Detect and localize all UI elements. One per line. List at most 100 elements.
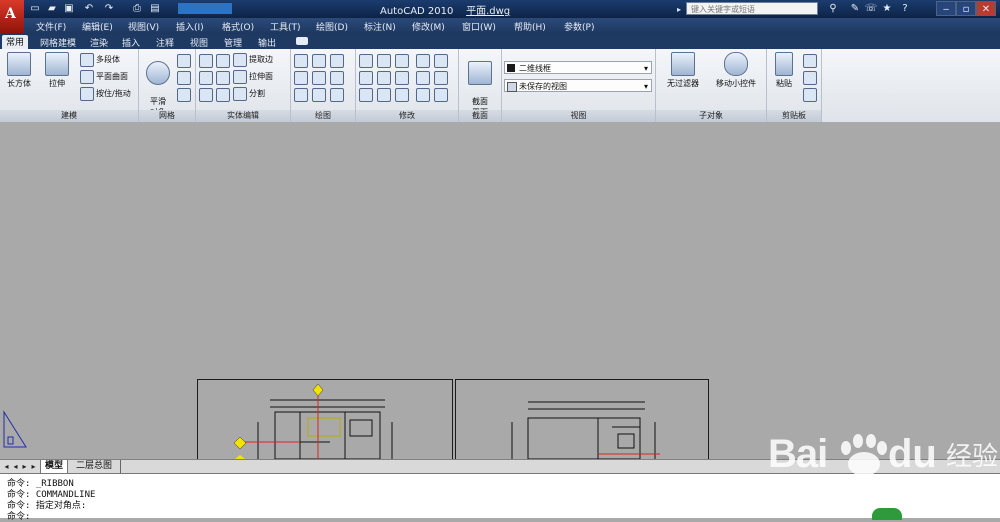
match-props-icon[interactable] (416, 88, 430, 102)
extrude-face-button[interactable]: 拉伸面 (233, 69, 273, 85)
menu-window[interactable]: 窗口(W) (462, 20, 496, 33)
separate-button[interactable]: 分割 (233, 86, 265, 102)
tab-home[interactable]: 常用 (2, 35, 29, 49)
menu-dimension[interactable]: 标注(N) (364, 20, 396, 33)
3d-scale-icon[interactable] (377, 88, 391, 102)
menu-view[interactable]: 视图(V) (128, 20, 159, 33)
stretch-icon[interactable] (395, 88, 409, 102)
mirror-icon[interactable] (359, 71, 373, 85)
tools-icon[interactable]: ✎ (848, 2, 862, 15)
move-icon[interactable] (395, 54, 409, 68)
arc-icon[interactable] (330, 54, 344, 68)
offset-icon[interactable] (434, 88, 448, 102)
menu-tools[interactable]: 工具(T) (270, 20, 301, 33)
filter-button[interactable]: 无过滤器 (660, 52, 706, 89)
slice-icon[interactable] (199, 88, 213, 102)
undo-icon[interactable]: ↶ (82, 2, 96, 15)
tab-manage[interactable]: 管理 (224, 36, 242, 49)
3d-rotate-icon[interactable] (377, 71, 391, 85)
menu-insert[interactable]: 插入(I) (176, 20, 204, 33)
new-file-icon[interactable]: ▭ (28, 2, 42, 15)
save-icon[interactable]: ▣ (62, 2, 76, 15)
tab-view[interactable]: 视图 (190, 36, 208, 49)
workspace-icon[interactable]: ▤ (148, 2, 162, 15)
align-icon[interactable] (416, 54, 430, 68)
extract-edges-button[interactable]: 提取边 (233, 52, 273, 68)
menu-draw[interactable]: 绘图(D) (316, 20, 348, 33)
cut-icon[interactable] (803, 54, 817, 68)
panel-title-draw[interactable]: 绘图 (291, 110, 355, 122)
extrude-button[interactable]: 拉伸 (40, 52, 74, 89)
tab-output[interactable]: 输出 (258, 36, 276, 49)
search-input[interactable]: 键入关键字或短语 (677, 2, 818, 16)
circle-icon[interactable] (330, 71, 344, 85)
menu-format[interactable]: 格式(O) (222, 20, 254, 33)
thicken-icon[interactable] (216, 88, 230, 102)
menu-file[interactable]: 文件(F) (36, 20, 66, 33)
close-button[interactable]: ✕ (976, 1, 996, 16)
fillet-icon[interactable] (416, 71, 430, 85)
mesh-icon-2[interactable] (177, 71, 191, 85)
redo-icon[interactable]: ↷ (102, 2, 116, 15)
layout-tab-model[interactable]: 模型 (40, 460, 69, 474)
polygon-icon[interactable] (294, 88, 308, 102)
union-icon[interactable] (199, 54, 213, 68)
tab-render[interactable]: 渲染 (90, 36, 108, 49)
next-layout-icon[interactable]: ▸ (20, 461, 29, 472)
panel-title-subobject[interactable]: 子对象 (656, 110, 766, 122)
layout-tab-second-floor[interactable]: 二层总图 (72, 460, 116, 473)
panel-title-solid-edit[interactable]: 实体编辑 (196, 110, 290, 122)
command-prompt[interactable]: 命令: (7, 509, 30, 522)
presspull-button[interactable]: 按住/拖动 (80, 86, 131, 102)
interfere-icon[interactable] (216, 71, 230, 85)
print-icon[interactable]: ⎙ (130, 2, 144, 15)
panel-title-view[interactable]: 视图 (502, 110, 655, 122)
polysolid-button[interactable]: 多段体 (80, 52, 120, 68)
rotate-icon[interactable] (395, 71, 409, 85)
favorites-icon[interactable]: ★ (880, 2, 894, 15)
break-icon[interactable] (434, 54, 448, 68)
panel-title-modify[interactable]: 修改 (356, 110, 458, 122)
trim-icon[interactable] (359, 54, 373, 68)
copy-icon[interactable] (803, 71, 817, 85)
comm-center-icon[interactable]: ☏ (864, 2, 878, 15)
array-icon[interactable] (359, 88, 373, 102)
paste-button[interactable]: 粘贴 (769, 52, 799, 89)
box-button[interactable]: 长方体 (2, 52, 36, 89)
chamfer-icon[interactable] (434, 71, 448, 85)
panel-title-mesh[interactable]: 网格 (139, 110, 195, 122)
mesh-icon-1[interactable] (177, 54, 191, 68)
ribbon-minimize-icon[interactable] (296, 37, 308, 45)
menu-modify[interactable]: 修改(M) (412, 20, 445, 33)
prev-layout-icon[interactable]: ◂ (11, 461, 20, 472)
visual-style-dropdown[interactable]: 二维线框 (504, 61, 652, 75)
match-icon[interactable] (803, 88, 817, 102)
minimize-button[interactable]: ‒ (936, 1, 956, 16)
section-plane-button[interactable]: 截面 平面 (463, 52, 497, 118)
menu-parameters[interactable]: 参数(P) (564, 20, 594, 33)
first-layout-icon[interactable]: ◂ (2, 461, 11, 472)
smooth-button[interactable]: 平滑 对象 (141, 52, 175, 118)
polyline-icon[interactable] (312, 54, 326, 68)
panel-title-clipboard[interactable]: 剪贴板 (767, 110, 821, 122)
intersect-icon[interactable] (199, 71, 213, 85)
last-layout-icon[interactable]: ▸ (29, 461, 38, 472)
subtract-icon[interactable] (216, 54, 230, 68)
tab-annotate[interactable]: 注释 (156, 36, 174, 49)
rectangle-icon[interactable] (312, 88, 326, 102)
panel-title-modeling[interactable]: 建模 (0, 110, 138, 122)
mesh-icon-3[interactable] (177, 88, 191, 102)
help-icon[interactable]: ? (898, 2, 912, 15)
panel-title-section[interactable]: 截面 (459, 110, 501, 122)
menu-help[interactable]: 帮助(H) (514, 20, 546, 33)
tab-insert[interactable]: 插入 (122, 36, 140, 49)
restore-button[interactable]: ▫ (956, 1, 976, 16)
ellipse-icon[interactable] (330, 88, 344, 102)
menu-edit[interactable]: 编辑(E) (82, 20, 113, 33)
xline-icon[interactable] (312, 71, 326, 85)
gizmo-button[interactable]: 移动小控件 (710, 52, 762, 89)
planesurf-button[interactable]: 平面曲面 (80, 69, 128, 85)
line-icon[interactable] (294, 54, 308, 68)
binoculars-icon[interactable]: ⚲ (826, 2, 840, 15)
spline-icon[interactable] (294, 71, 308, 85)
